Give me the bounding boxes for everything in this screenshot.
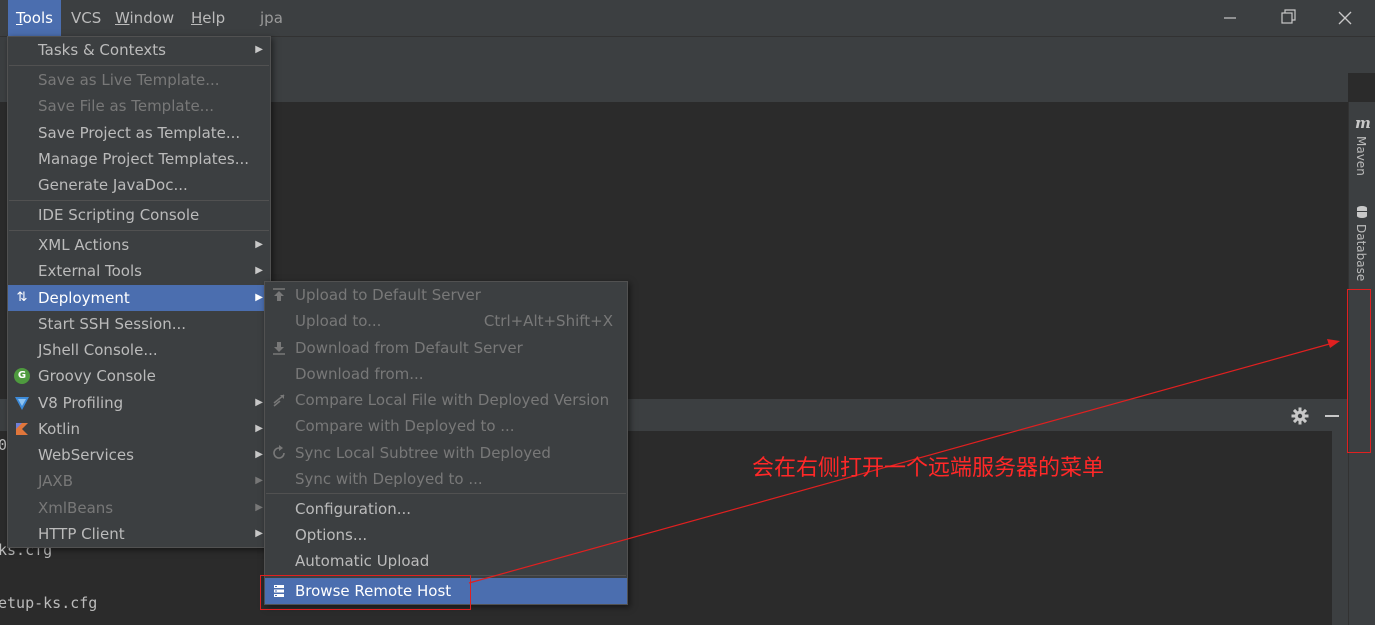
annotation-arrow [468,339,1340,584]
annotation-text: 会在右侧打开一个远端服务器的菜单 [752,456,1105,481]
